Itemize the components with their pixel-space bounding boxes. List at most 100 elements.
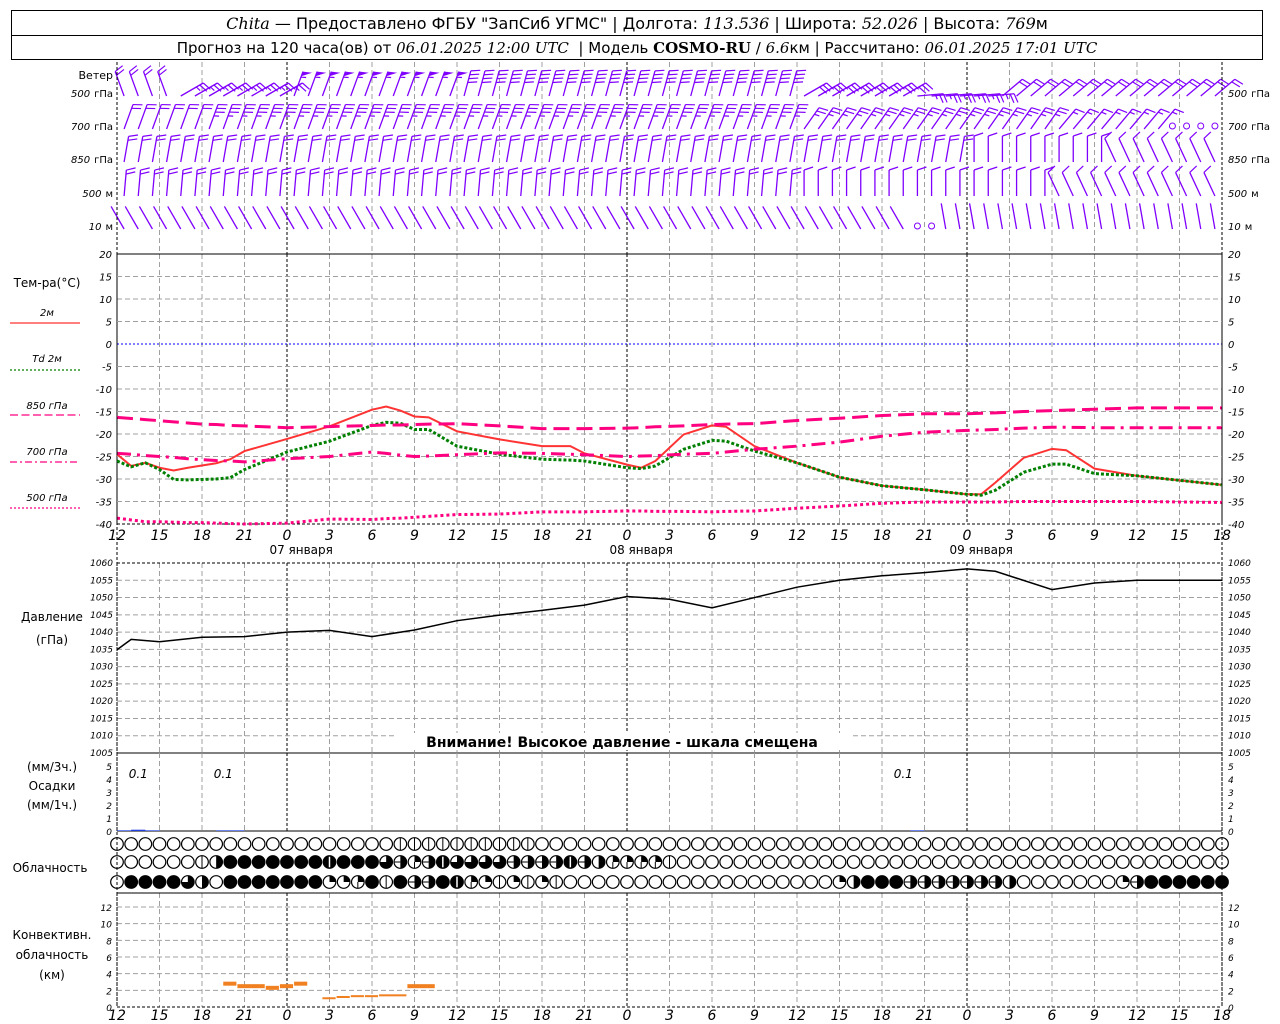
temp-xtick: 21 bbox=[236, 528, 254, 544]
conv-xtick: 12 bbox=[448, 1008, 466, 1024]
cloud-cover-icon bbox=[365, 875, 379, 889]
cloud-circle bbox=[889, 837, 904, 851]
cloud-cover-icon bbox=[1172, 855, 1187, 869]
cloud-cover-icon bbox=[747, 837, 762, 851]
cloud-cover-icon bbox=[223, 875, 238, 889]
barb-staff bbox=[351, 206, 366, 230]
wind-barb-icon bbox=[1132, 165, 1145, 197]
wind-barb-icon bbox=[562, 167, 575, 197]
cloud-circle bbox=[294, 855, 309, 869]
wind-barb-icon bbox=[973, 166, 984, 196]
cloud-circle bbox=[1144, 855, 1159, 869]
wind-barb-icon bbox=[1203, 131, 1216, 163]
cloud-circle bbox=[988, 837, 1003, 851]
barb-feather bbox=[793, 138, 804, 141]
cloud-cover-icon bbox=[988, 837, 1003, 851]
cloud-circle bbox=[1172, 855, 1187, 869]
wind-barb-icon bbox=[1195, 203, 1202, 230]
wind-barb-icon bbox=[1104, 131, 1117, 163]
wind-barb-icon bbox=[1016, 107, 1041, 130]
wind-barb-icon bbox=[153, 206, 168, 230]
barb-feather bbox=[1064, 78, 1074, 85]
barb-feather bbox=[156, 134, 167, 137]
temp-xtick: 12 bbox=[448, 528, 466, 544]
cloud-cover-icon bbox=[478, 837, 493, 851]
cloud-cover-icon bbox=[846, 855, 861, 869]
barb-staff bbox=[335, 71, 347, 97]
cloud-cover-icon bbox=[1186, 875, 1201, 889]
barb-feather bbox=[439, 138, 450, 141]
barb-half-feather bbox=[210, 86, 215, 92]
barb-staff bbox=[153, 206, 168, 230]
cloud-fill bbox=[357, 875, 365, 882]
wind-barb-icon bbox=[619, 69, 637, 97]
meteogram: Ветер500 гПа 500 гПа700 гПа 700 гПа850 гПа 850 гП… bbox=[10, 62, 1270, 1024]
barb-flag bbox=[372, 71, 383, 77]
precip-ytick-right: 4 bbox=[1228, 776, 1234, 786]
wind-barb-icon bbox=[775, 134, 790, 163]
barb-staff bbox=[1138, 203, 1145, 230]
wind-barb-icon bbox=[647, 69, 665, 97]
cloud-fill bbox=[400, 855, 407, 869]
level-unit: гПа bbox=[94, 122, 113, 133]
wind-barb-icon bbox=[521, 206, 536, 230]
pres-ytick-left: 1050 bbox=[90, 594, 113, 604]
temp-ytick-left: -25 bbox=[96, 453, 112, 464]
wind-barb-icon bbox=[775, 69, 792, 97]
cloud-cover-icon bbox=[1059, 855, 1074, 869]
barb-staff bbox=[1118, 172, 1131, 197]
cloud-cover-icon bbox=[605, 855, 620, 869]
cloud-cover-icon bbox=[336, 875, 351, 889]
cloud-circle bbox=[294, 837, 309, 851]
barb-staff bbox=[592, 206, 607, 230]
barb-staff bbox=[1181, 203, 1188, 230]
barb-feather bbox=[635, 171, 646, 175]
barb-feather bbox=[524, 81, 534, 84]
cloud-cover-icon bbox=[365, 855, 379, 869]
level-value: 700 bbox=[71, 122, 90, 133]
wind-barb-icon bbox=[1209, 203, 1216, 230]
barb-feather bbox=[1146, 81, 1156, 88]
wind-barb-icon bbox=[874, 134, 889, 163]
wind-barb-icon bbox=[507, 206, 522, 230]
conv-xtick: 0 bbox=[963, 1008, 972, 1024]
wind-barb-icon bbox=[888, 107, 914, 130]
wind-barb-icon bbox=[420, 167, 434, 197]
wind-barb-icon bbox=[110, 206, 125, 230]
barb-feather bbox=[256, 134, 266, 137]
cloud-cover-icon bbox=[889, 875, 904, 889]
barb-staff bbox=[634, 206, 649, 230]
barb-feather bbox=[793, 81, 804, 84]
cloud-circle bbox=[733, 837, 748, 851]
barb-feather bbox=[340, 138, 350, 141]
cloud-cover-icon bbox=[974, 875, 989, 889]
cloud-fill bbox=[428, 875, 435, 889]
barb-feather bbox=[723, 77, 734, 80]
cloud-cover-icon bbox=[719, 837, 734, 851]
cloud-cover-icon bbox=[294, 855, 309, 869]
level-value: 500 bbox=[82, 189, 101, 200]
barb-feather bbox=[723, 134, 734, 137]
cloud-cover-icon bbox=[421, 875, 436, 889]
conv-xtick: 9 bbox=[750, 1008, 759, 1024]
cloud-fill bbox=[471, 875, 478, 882]
pres-ytick-left: 1030 bbox=[90, 663, 113, 673]
cloud-cover-icon bbox=[1158, 837, 1173, 851]
conv-xtick: 6 bbox=[708, 1008, 717, 1024]
barb-feather bbox=[596, 134, 606, 137]
barb-feather bbox=[368, 138, 379, 141]
cloud-cover-icon bbox=[1200, 875, 1215, 889]
wind-barb-icon bbox=[748, 206, 763, 230]
temp-ytick-right: 20 bbox=[1228, 250, 1241, 261]
temp-ytick-left: -10 bbox=[96, 385, 112, 396]
barb-staff bbox=[223, 206, 238, 230]
barb-feather bbox=[667, 77, 677, 80]
barb-staff bbox=[1047, 172, 1060, 197]
cloud-fill bbox=[414, 855, 421, 862]
wind-barb-icon bbox=[379, 206, 394, 230]
wind-barb-icon bbox=[520, 134, 535, 163]
cloud-cover-icon bbox=[761, 837, 776, 851]
wind-barb-icon bbox=[1068, 203, 1074, 230]
barb-feather bbox=[312, 134, 323, 137]
barb-feather bbox=[241, 138, 251, 141]
